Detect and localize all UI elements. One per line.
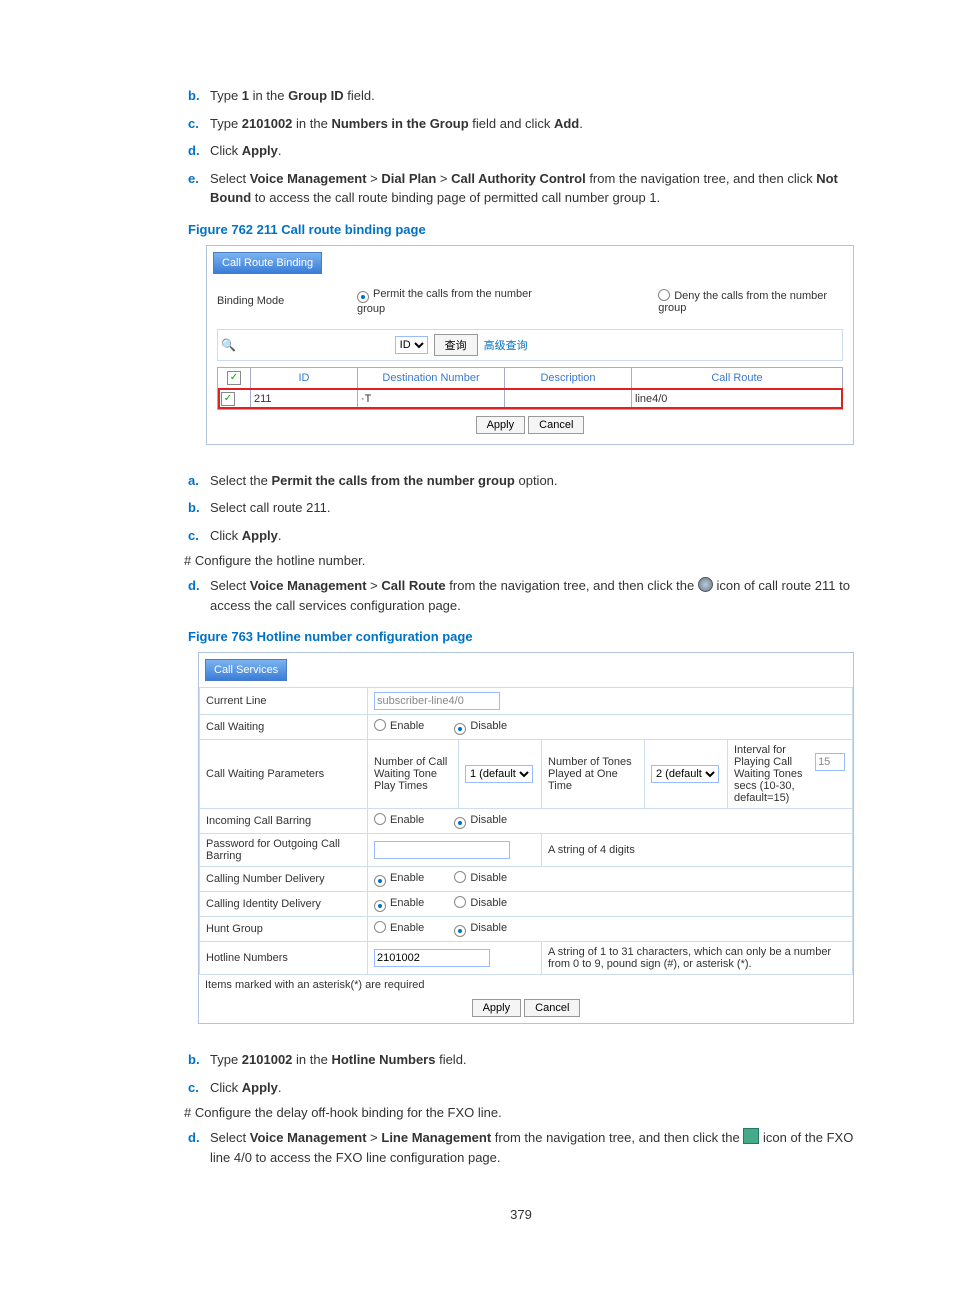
globe-icon [698, 577, 713, 592]
current-line-input[interactable] [374, 692, 500, 710]
binding-mode-label: Binding Mode [217, 295, 357, 307]
required-note: Items marked with an asterisk(*) are req… [199, 977, 853, 993]
marker: b. [188, 1050, 210, 1070]
cell-dest: ·T [358, 388, 505, 409]
col-route[interactable]: Call Route [632, 367, 843, 388]
advanced-search-link[interactable]: 高级查询 [484, 337, 528, 353]
marker: b. [188, 86, 210, 106]
steps-list-1: b.Type 1 in the Group ID field. c.Type 2… [188, 86, 854, 208]
edit-icon [743, 1128, 759, 1144]
step-text: Select Voice Management > Line Managemen… [210, 1128, 854, 1167]
marker: d. [188, 141, 210, 161]
col-desc[interactable]: Description [505, 367, 632, 388]
cwp-c-input[interactable] [815, 753, 845, 771]
radio-deny[interactable]: Deny the calls from the number group [658, 289, 843, 314]
cell-id: 211 [251, 388, 358, 409]
cell-route: line4/0 [632, 388, 843, 409]
marker: c. [188, 526, 210, 546]
step-text: Type 1 in the Group ID field. [210, 86, 854, 106]
current-line-label: Current Line [200, 688, 368, 715]
cw-enable[interactable]: Enable [374, 720, 424, 732]
marker: d. [188, 576, 210, 615]
cw-disable[interactable]: Disable [454, 720, 507, 732]
cnd-label: Calling Number Delivery [200, 867, 368, 892]
icb-enable[interactable]: Enable [374, 814, 424, 826]
step-text: Type 2101002 in the Numbers in the Group… [210, 114, 854, 134]
call-waiting-label: Call Waiting [200, 715, 368, 740]
hotline-label: Hotline Numbers [200, 942, 368, 975]
cw-params-label: Call Waiting Parameters [200, 740, 368, 809]
apply-button[interactable]: Apply [472, 999, 522, 1017]
radio-permit[interactable]: Permit the calls from the number group [357, 288, 547, 315]
hg-enable[interactable]: Enable [374, 922, 424, 934]
cwp-c-hint: secs (10-30, default=15) [734, 780, 795, 804]
cwp-a-label: Number of Call Waiting Tone Play Times [368, 740, 459, 809]
marker: d. [188, 1128, 210, 1167]
figure-caption: Figure 763 Hotline number configuration … [188, 629, 854, 644]
hg-label: Hunt Group [200, 917, 368, 942]
icb-label: Incoming Call Barring [200, 809, 368, 834]
cnd-enable[interactable]: Enable [374, 872, 424, 884]
marker: e. [188, 169, 210, 208]
step-text: Click Apply. [210, 526, 854, 546]
table-row[interactable]: ✓ 211 ·T line4/0 [218, 388, 843, 409]
hash-note: # Configure the delay off-hook binding f… [184, 1105, 854, 1120]
hotline-hint: A string of 1 to 31 characters, which ca… [542, 942, 853, 975]
cwp-b-select[interactable]: 2 (default [651, 765, 719, 783]
page-number: 379 [188, 1207, 854, 1222]
hg-disable[interactable]: Disable [454, 922, 507, 934]
cid-label: Calling Identity Delivery [200, 892, 368, 917]
step-text: Select Voice Management > Call Route fro… [210, 576, 854, 615]
cancel-button[interactable]: Cancel [528, 416, 584, 434]
marker: a. [188, 471, 210, 491]
cell-desc [505, 388, 632, 409]
step-text: Select call route 211. [210, 498, 854, 518]
step-text: Select the Permit the calls from the num… [210, 471, 854, 491]
call-services-panel: Call Services Current Line Call Waiting … [198, 652, 854, 1024]
search-field-select[interactable]: ID [395, 336, 428, 354]
route-table: ✓ ID Destination Number Description Call… [217, 367, 843, 410]
select-all-checkbox[interactable]: ✓ [227, 371, 241, 385]
hotline-input[interactable] [374, 949, 490, 967]
col-dest[interactable]: Destination Number [358, 367, 505, 388]
icb-disable[interactable]: Disable [454, 814, 507, 826]
cwp-c-label: Interval for Playing Call Waiting Tones [734, 744, 812, 780]
cid-enable[interactable]: Enable [374, 897, 424, 909]
cwp-b-label: Number of Tones Played at One Time [542, 740, 645, 809]
row-checkbox[interactable]: ✓ [221, 392, 235, 406]
steps-list-3: b.Type 2101002 in the Hotline Numbers fi… [188, 1050, 854, 1097]
search-button[interactable]: 查询 [434, 334, 478, 356]
steps-list-2: a.Select the Permit the calls from the n… [188, 471, 854, 546]
figure-caption: Figure 762 211 Call route binding page [188, 222, 854, 237]
pwd-label: Password for Outgoing Call Barring [200, 834, 368, 867]
marker: b. [188, 498, 210, 518]
marker: c. [188, 1078, 210, 1098]
tab-call-route-binding[interactable]: Call Route Binding [213, 252, 322, 274]
search-icon: 🔍 [221, 338, 239, 352]
hash-note: # Configure the hotline number. [184, 553, 854, 568]
marker: c. [188, 114, 210, 134]
cid-disable[interactable]: Disable [454, 897, 507, 909]
col-id[interactable]: ID [251, 367, 358, 388]
tab-call-services[interactable]: Call Services [205, 659, 287, 681]
cnd-disable[interactable]: Disable [454, 872, 507, 884]
cancel-button[interactable]: Cancel [524, 999, 580, 1017]
step-text: Select Voice Management > Dial Plan > Ca… [210, 169, 854, 208]
apply-button[interactable]: Apply [476, 416, 526, 434]
call-route-binding-panel: Call Route Binding Binding Mode Permit t… [206, 245, 854, 445]
pwd-input[interactable] [374, 841, 510, 859]
step-text: Click Apply. [210, 1078, 854, 1098]
cwp-a-select[interactable]: 1 (default [465, 765, 533, 783]
step-text: Click Apply. [210, 141, 854, 161]
pwd-hint: A string of 4 digits [542, 834, 853, 867]
step-text: Type 2101002 in the Hotline Numbers fiel… [210, 1050, 854, 1070]
